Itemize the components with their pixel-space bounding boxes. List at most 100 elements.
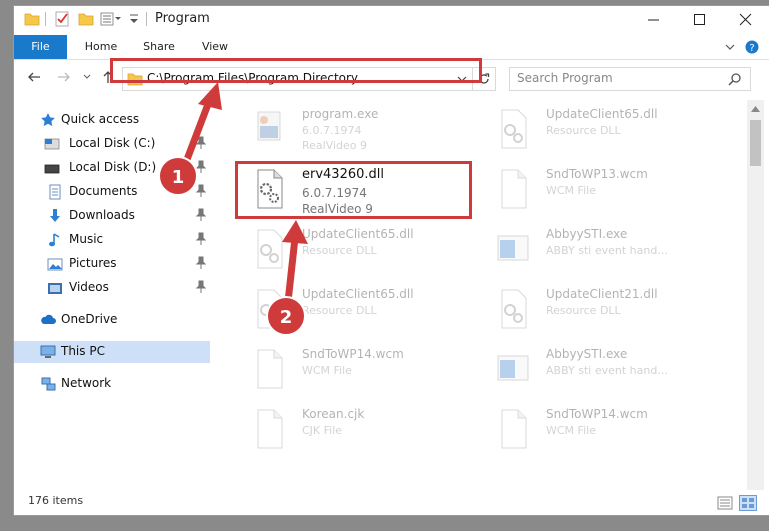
expand-ribbon-icon[interactable] (725, 42, 735, 52)
vertical-scrollbar[interactable] (747, 100, 764, 490)
search-box[interactable]: Search Program (509, 67, 751, 91)
dll-icon (501, 109, 527, 149)
ribbon: File Home Share View ? (14, 35, 769, 60)
file-tile[interactable]: AbbyySTI.exe ABBY sti event hand... (490, 224, 730, 280)
large-icons-view-icon[interactable] (739, 495, 757, 511)
nav-item-music[interactable]: Music (14, 229, 210, 251)
file-name: AbbyySTI.exe (546, 347, 628, 361)
chevron-down-icon[interactable] (128, 11, 140, 27)
nav-network[interactable]: Network (14, 373, 210, 395)
cloud-icon (41, 314, 56, 324)
file-tile[interactable]: UpdateClient65.dll Resource DLL (246, 284, 486, 340)
nav-label: Local Disk (C:) (69, 136, 156, 150)
nav-this-pc[interactable]: This PC (14, 341, 210, 363)
file-name: UpdateClient65.dll (302, 227, 414, 241)
music-icon (49, 233, 60, 247)
file-tile[interactable]: SndToWP13.wcm WCM File (490, 164, 730, 220)
star-icon (41, 113, 55, 127)
pictures-icon (47, 258, 63, 271)
pin-icon[interactable] (196, 280, 206, 294)
documents-icon (49, 184, 61, 200)
blank-file-icon (257, 409, 283, 449)
back-arrow-icon[interactable] (27, 70, 41, 84)
drive-icon (44, 138, 60, 150)
maximize-icon (694, 14, 705, 25)
status-bar: 176 items (14, 492, 769, 514)
nav-item-downloads[interactable]: Downloads (14, 205, 210, 227)
downloads-icon (50, 209, 60, 222)
maximize-button[interactable] (677, 6, 723, 33)
pin-icon[interactable] (196, 136, 206, 150)
nav-label: Videos (69, 280, 109, 294)
search-input[interactable]: Search Program (517, 71, 613, 85)
file-type: Resource DLL (302, 244, 377, 257)
file-tile[interactable]: AbbyySTI.exe ABBY sti event hand... (490, 344, 730, 400)
file-description: ABBY sti event hand... (546, 244, 668, 257)
nav-label: Local Disk (D:) (69, 160, 157, 174)
nav-label: This PC (61, 344, 105, 358)
dll-icon (257, 289, 283, 329)
pin-icon[interactable] (196, 232, 206, 246)
file-tile[interactable]: UpdateClient65.dll Resource DLL (490, 104, 730, 160)
file-type: Resource DLL (302, 304, 377, 317)
file-name: UpdateClient65.dll (302, 287, 414, 301)
file-tile[interactable]: UpdateClient21.dll Resource DLL (490, 284, 730, 340)
properties-icon[interactable] (54, 11, 70, 27)
nav-item-local-disk-c[interactable]: Local Disk (C:) (14, 133, 210, 155)
window-app-icon (497, 235, 529, 261)
drive-icon (44, 164, 60, 174)
nav-item-pictures[interactable]: Pictures (14, 253, 210, 275)
new-folder-icon[interactable] (78, 11, 94, 27)
nav-item-local-disk-d[interactable]: Local Disk (D:) (14, 157, 210, 179)
forward-arrow-icon[interactable] (57, 70, 71, 84)
tab-file[interactable]: File (14, 35, 67, 59)
file-name: UpdateClient65.dll (546, 107, 658, 121)
close-button[interactable] (723, 6, 769, 33)
file-type: Resource DLL (546, 304, 621, 317)
network-icon (41, 377, 56, 391)
minimize-button[interactable] (631, 6, 677, 33)
nav-label: OneDrive (61, 312, 118, 326)
details-view-icon[interactable] (717, 496, 733, 510)
navigation-pane: Quick access Local Disk (C:) Local Disk … (14, 100, 212, 490)
recent-locations-icon[interactable] (82, 70, 92, 84)
nav-quick-access[interactable]: Quick access (14, 109, 210, 131)
nav-item-videos[interactable]: Videos (14, 277, 210, 299)
file-type: WCM File (546, 424, 596, 437)
scroll-up-icon[interactable] (751, 105, 760, 112)
file-tile[interactable]: program.exe 6.0.7.1974 RealVideo 9 (246, 104, 486, 160)
toolbar-separator (146, 12, 147, 26)
blank-file-icon (257, 349, 283, 389)
pin-icon[interactable] (196, 208, 206, 222)
screenshot-frame: Program File Home Share View ? C:\Progra… (0, 0, 769, 531)
search-icon[interactable] (728, 72, 742, 86)
minimize-icon (648, 19, 659, 21)
pin-icon[interactable] (196, 160, 206, 174)
nav-label: Music (69, 232, 104, 246)
help-icon[interactable]: ? (745, 40, 759, 54)
file-type: Resource DLL (546, 124, 621, 137)
file-tile[interactable]: Korean.cjk CJK File (246, 404, 486, 460)
file-type: WCM File (546, 184, 596, 197)
pin-icon[interactable] (196, 184, 206, 198)
toolbar-separator (45, 12, 46, 26)
tab-view[interactable]: View (190, 35, 240, 59)
file-tile[interactable]: SndToWP14.wcm WCM File (490, 404, 730, 460)
nav-label: Documents (69, 184, 138, 198)
nav-item-documents[interactable]: Documents (14, 181, 210, 203)
svg-text:?: ? (749, 43, 754, 54)
tab-home[interactable]: Home (76, 35, 126, 59)
file-description: ABBY sti event hand... (546, 364, 668, 377)
scrollbar-thumb[interactable] (750, 120, 761, 166)
blank-file-icon (501, 409, 527, 449)
pin-icon[interactable] (196, 256, 206, 270)
nav-label: Quick access (61, 112, 140, 126)
tab-share[interactable]: Share (134, 35, 184, 59)
file-tile[interactable]: UpdateClient65.dll Resource DLL (246, 224, 486, 280)
nav-onedrive[interactable]: OneDrive (14, 309, 210, 331)
file-tile[interactable]: SndToWP14.wcm WCM File (246, 344, 486, 400)
customize-toolbar-icon[interactable] (100, 11, 122, 27)
address-highlight-box (110, 58, 482, 83)
window-title: Program (155, 11, 210, 26)
file-list: program.exe 6.0.7.1974 RealVideo 9 Updat… (226, 100, 744, 490)
